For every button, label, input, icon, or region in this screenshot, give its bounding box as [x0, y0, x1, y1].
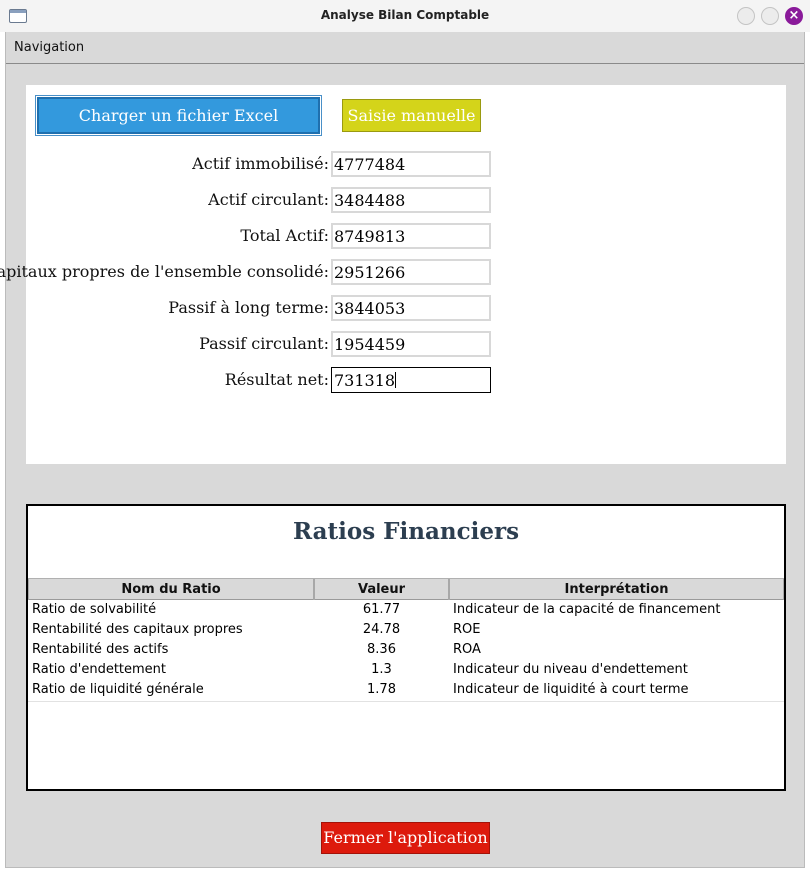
field-label: Passif circulant: [199, 334, 329, 353]
ratio-interpretation: ROE [453, 622, 481, 637]
field-row-resultat-net: Résultat net: 731318 [26, 367, 786, 393]
ratio-name: Rentabilité des capitaux propres [32, 622, 243, 637]
table-row[interactable]: Ratio de liquidité générale 1.78 Indicat… [28, 680, 784, 700]
ratio-interpretation: Indicateur de liquidité à court terme [453, 682, 689, 697]
field-label: Résultat net: [224, 370, 329, 389]
total-actif-input[interactable]: 8749813 [331, 223, 491, 249]
ratio-interpretation: Indicateur de la capacité de financement [453, 602, 721, 617]
table-header: Nom du Ratio Valeur Interprétation [28, 578, 784, 600]
field-row-total-actif: Total Actif: 8749813 [26, 223, 786, 249]
field-label: Passif à long terme: [168, 298, 329, 317]
ratio-name: Ratio de solvabilité [32, 602, 157, 617]
ratio-value: 61.77 [362, 602, 401, 617]
title-bar: Analyse Bilan Comptable × [0, 0, 810, 32]
ratio-interpretation: Indicateur du niveau d'endettement [453, 662, 688, 677]
menu-bar: Navigation [6, 32, 804, 64]
ratio-name: Rentabilité des actifs [32, 642, 169, 657]
ratio-value: 1.3 [371, 662, 392, 677]
field-label: Capitaux propres de l'ensemble consolidé… [0, 262, 329, 281]
minimize-button[interactable] [737, 7, 755, 25]
window-title: Analyse Bilan Comptable [320, 8, 490, 22]
column-header-name[interactable]: Nom du Ratio [28, 579, 314, 600]
ratio-value: 8.36 [367, 642, 396, 657]
column-header-value[interactable]: Valeur [314, 579, 449, 600]
menu-navigation[interactable]: Navigation [14, 40, 84, 55]
passif-circulant-input[interactable]: 1954459 [331, 331, 491, 357]
table-row[interactable]: Rentabilité des actifs 8.36 ROA [28, 640, 784, 660]
ratio-interpretation: ROA [453, 642, 481, 657]
input-panel: Charger un fichier Excel Saisie manuelle… [0, 85, 786, 464]
actif-circulant-input[interactable]: 3484488 [331, 187, 491, 213]
resultat-net-input[interactable]: 731318 [331, 367, 491, 393]
passif-long-terme-input[interactable]: 3844053 [331, 295, 491, 321]
ratios-table: Nom du Ratio Valeur Interprétation Ratio… [28, 578, 784, 702]
field-label: Total Actif: [240, 226, 329, 245]
manual-entry-button[interactable]: Saisie manuelle [342, 99, 481, 132]
table-row[interactable]: Ratio d'endettement 1.3 Indicateur du ni… [28, 660, 784, 680]
text-caret [395, 372, 397, 388]
table-body: Ratio de solvabilité 61.77 Indicateur de… [28, 600, 784, 702]
resultat-net-value: 731318 [334, 371, 396, 390]
ratio-name: Ratio de liquidité générale [32, 682, 204, 697]
capitaux-propres-input[interactable]: 2951266 [331, 259, 491, 285]
ratios-panel: Ratios Financiers Nom du Ratio Valeur In… [26, 504, 786, 791]
field-row-passif-circulant: Passif circulant: 1954459 [26, 331, 786, 357]
close-icon[interactable]: × [785, 7, 803, 25]
actif-immobilise-input[interactable]: 4777484 [331, 151, 491, 177]
ratio-value: 24.78 [362, 622, 401, 637]
load-excel-button[interactable]: Charger un fichier Excel [35, 95, 322, 136]
close-app-button[interactable]: Fermer l'application [321, 822, 490, 854]
ratios-title: Ratios Financiers [292, 518, 520, 545]
field-row-capitaux-propres: Capitaux propres de l'ensemble consolidé… [0, 259, 786, 285]
ratio-name: Ratio d'endettement [32, 662, 167, 677]
column-header-interpretation[interactable]: Interprétation [449, 579, 784, 600]
table-row[interactable]: Ratio de solvabilité 61.77 Indicateur de… [28, 600, 784, 620]
app-window: Navigation Charger un fichier Excel Sais… [0, 32, 805, 868]
ratio-value: 1.78 [367, 682, 396, 697]
field-label: Actif circulant: [208, 190, 329, 209]
field-row-actif-immobilise: Actif immobilisé: 4777484 [26, 151, 786, 177]
field-row-passif-long-terme: Passif à long terme: 3844053 [26, 295, 786, 321]
field-label: Actif immobilisé: [192, 154, 329, 173]
field-row-actif-circulant: Actif circulant: 3484488 [26, 187, 786, 213]
table-row[interactable]: Rentabilité des capitaux propres 24.78 R… [28, 620, 784, 640]
maximize-button[interactable] [761, 7, 779, 25]
